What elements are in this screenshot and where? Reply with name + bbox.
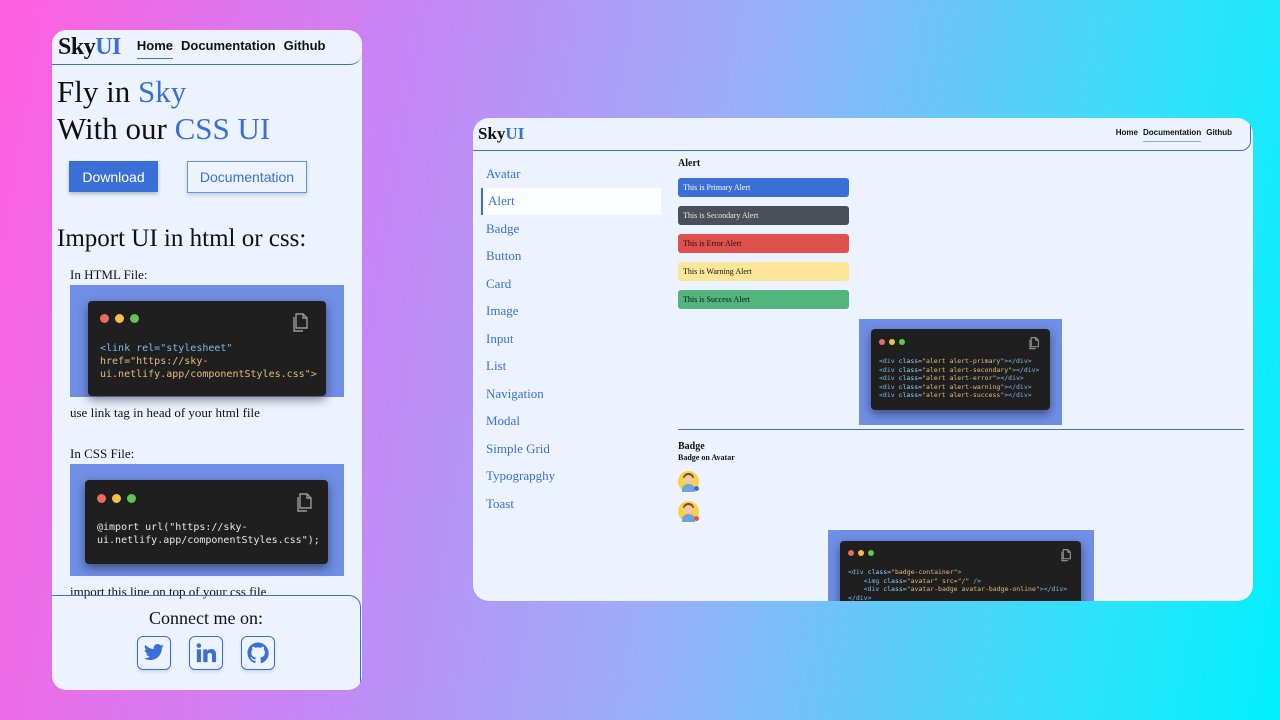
html-note: use link tag in head of your html file [70, 405, 260, 420]
nav-documentation[interactable]: Documentation [181, 36, 276, 59]
connect-heading: Connect me on: [149, 608, 263, 628]
badge-code-text: <div class="badge-container"> <img class… [848, 568, 1067, 601]
alert-item: This is Success Alert [678, 290, 849, 309]
alert-list: This is Primary Alert This is Secondary A… [678, 178, 1244, 309]
nav-github[interactable]: Github [284, 36, 326, 59]
maximize-dot-icon [868, 550, 874, 556]
download-button[interactable]: Download [69, 161, 158, 192]
mobile-navbar: SkyUI Home Documentation Github [52, 30, 362, 65]
mobile-preview: SkyUI Home Documentation Github Fly in S… [52, 30, 362, 690]
brand-logo[interactable]: SkyUI [58, 34, 121, 61]
copy-icon[interactable] [291, 313, 308, 333]
css-code-block: @import url("https://sky- ui.netlify.app… [85, 480, 328, 564]
code-line: <div class="alert alert-warning"></div> [879, 382, 1032, 391]
badge-subtitle: Badge on Avatar [678, 453, 735, 462]
sidebar-item-navigation[interactable]: Navigation [481, 380, 661, 408]
copy-icon[interactable] [295, 493, 312, 513]
copy-icon[interactable] [1028, 337, 1039, 350]
sidebar-item-typograpghy[interactable]: Typograpghy [481, 463, 661, 491]
nav-documentation[interactable]: Documentation [1142, 126, 1202, 142]
code-line: <div class="avatar-badge avatar-badge-on… [848, 585, 1068, 593]
status-badge [694, 516, 699, 521]
nav-home[interactable]: Home [1116, 126, 1138, 142]
code-line: <img class="avatar" src="/" /> [848, 576, 982, 585]
sidebar-item-image[interactable]: Image [481, 298, 661, 326]
sidebar-item-list[interactable]: List [481, 353, 661, 381]
documentation-button[interactable]: Documentation [187, 161, 307, 193]
sidebar-item-avatar[interactable]: Avatar [481, 160, 661, 188]
code-line: <div class="alert alert-secondary"></div… [879, 365, 1040, 374]
close-dot-icon [848, 550, 854, 556]
code-line: <div class="alert alert-success"></div> [879, 391, 1032, 399]
sidebar-item-toast[interactable]: Toast [481, 490, 661, 518]
minimize-dot-icon [112, 494, 121, 503]
main-content: Alert This is Primary Alert This is Secon… [678, 154, 1244, 601]
status-badge [694, 486, 699, 491]
brand-logo[interactable]: SkyUI [478, 124, 524, 144]
github-icon [247, 642, 269, 664]
nav-home[interactable]: Home [136, 36, 173, 59]
maximize-dot-icon [899, 339, 905, 345]
section-divider [678, 429, 1244, 430]
alert-code-text: <div class="alert alert-primary"></div> <… [879, 357, 1039, 400]
minimize-dot-icon [858, 550, 864, 556]
alert-item: This is Warning Alert [678, 262, 849, 281]
badge-code-frame: <div class="badge-container"> <img class… [828, 530, 1094, 601]
html-file-label: In HTML File: [70, 267, 148, 282]
maximize-dot-icon [127, 494, 136, 503]
desktop-preview: SkyUI Home Documentation Github Avatar Al… [473, 118, 1253, 601]
code-line: </div> [848, 593, 872, 602]
css-code-text: @import url("https://sky- ui.netlify.app… [97, 522, 320, 546]
sidebar-item-badge[interactable]: Badge [481, 215, 661, 243]
alert-item: This is Secondary Alert [678, 206, 849, 225]
copy-icon[interactable] [1060, 549, 1071, 562]
code-line: <div class="alert alert-primary"></div> [879, 357, 1032, 365]
close-dot-icon [879, 339, 885, 345]
alert-code-block: <div class="alert alert-primary"></div> <… [871, 329, 1050, 410]
avatar-with-badge [678, 501, 699, 522]
sidebar-item-modal[interactable]: Modal [481, 408, 661, 436]
twitter-icon [144, 644, 164, 661]
component-sidebar: Avatar Alert Badge Button Card Image Input List… [481, 160, 661, 518]
close-dot-icon [100, 314, 109, 323]
linkedin-icon [196, 643, 217, 663]
sidebar-item-alert[interactable]: Alert [481, 187, 661, 215]
alert-item: This is Error Alert [678, 234, 849, 253]
code-line: <div class="alert alert-error"></div> [879, 374, 1024, 382]
html-code-text: <link rel="stylesheet" href="https://sky… [100, 343, 317, 380]
sidebar-item-input[interactable]: Input [481, 325, 661, 353]
css-code-frame: @import url("https://sky- ui.netlify.app… [70, 464, 344, 576]
html-code-block: <link rel="stylesheet" href="https://sky… [88, 301, 326, 396]
code-line: <div class="badge-container"> [848, 568, 962, 576]
alert-item: This is Primary Alert [678, 178, 849, 197]
import-title: Import UI in html or css: [57, 225, 307, 252]
avatar-with-badge [678, 471, 699, 492]
close-dot-icon [97, 494, 106, 503]
alert-section-title: Alert [678, 158, 701, 169]
desktop-navbar: SkyUI Home Documentation Github [473, 118, 1251, 151]
badge-section-title: Badge [678, 441, 705, 452]
footer: Connect me on: [52, 595, 361, 690]
minimize-dot-icon [889, 339, 895, 345]
nav-github[interactable]: Github [1206, 126, 1232, 142]
alert-code-frame: <div class="alert alert-primary"></div> <… [859, 319, 1062, 425]
sidebar-item-simple-grid[interactable]: Simple Grid [481, 435, 661, 463]
css-file-label: In CSS File: [70, 446, 135, 461]
minimize-dot-icon [115, 314, 124, 323]
badge-code-block: <div class="badge-container"> <img class… [840, 541, 1081, 601]
twitter-link[interactable] [137, 636, 171, 670]
sidebar-item-card[interactable]: Card [481, 270, 661, 298]
sidebar-item-button[interactable]: Button [481, 243, 661, 271]
maximize-dot-icon [130, 314, 139, 323]
hero-heading: Fly in Sky With our CSS UI [57, 74, 271, 146]
html-code-frame: <link rel="stylesheet" href="https://sky… [70, 285, 344, 397]
linkedin-link[interactable] [189, 636, 223, 670]
github-link[interactable] [241, 636, 275, 670]
